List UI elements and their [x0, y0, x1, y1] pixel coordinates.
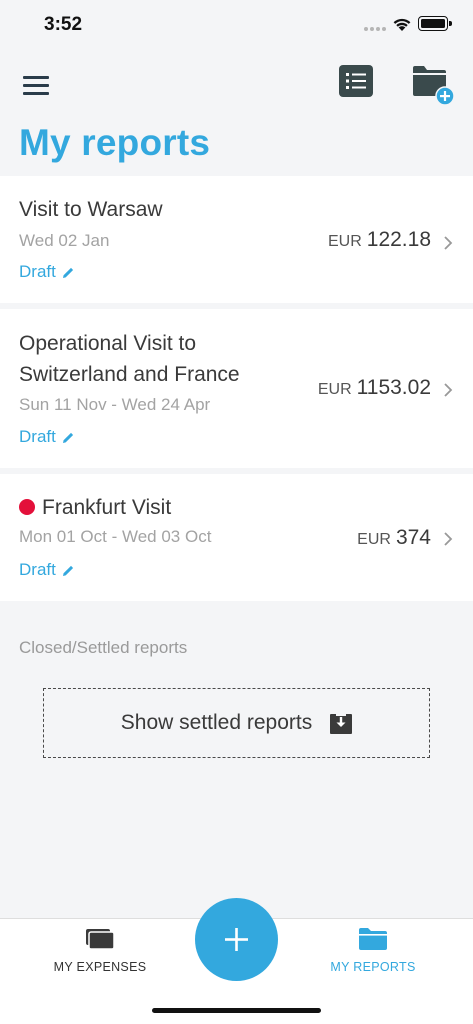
cellular-signal-icon [364, 27, 386, 33]
status-bar: 3:52 [0, 0, 473, 52]
show-settled-label: Show settled reports [120, 711, 313, 734]
new-report-button[interactable] [411, 64, 457, 106]
report-status: Draft [19, 560, 75, 580]
battery-icon [418, 16, 452, 31]
report-dates: Wed 02 Jan [19, 231, 110, 250]
report-status: Draft [19, 262, 75, 282]
report-title: Frankfurt Visit [19, 492, 171, 523]
amount-value: 1153.02 [356, 376, 431, 399]
hamburger-menu-button[interactable] [23, 72, 51, 96]
wifi-icon [393, 18, 411, 31]
report-amount: EUR 1153.02 [318, 376, 431, 400]
pencil-icon [62, 565, 73, 576]
amount-value: 122.18 [366, 228, 431, 251]
page-title: My reports [19, 122, 211, 163]
status-label: Draft [19, 427, 56, 446]
report-title: Operational Visit to Switzerland and Fra… [19, 328, 240, 390]
list-view-button[interactable] [339, 65, 373, 97]
currency-label: EUR [317, 381, 352, 398]
report-amount: EUR 122.18 [328, 228, 431, 252]
report-amount: EUR 374 [357, 526, 431, 550]
plus-icon [225, 928, 248, 951]
folder-icon [359, 928, 387, 950]
report-dates: Mon 01 Oct - Wed 03 Oct [19, 527, 212, 546]
closed-reports-label: Closed/Settled reports [19, 638, 188, 657]
currency-label: EUR [327, 233, 362, 250]
expenses-stack-icon [86, 929, 115, 950]
currency-label: EUR [357, 531, 391, 548]
download-icon [330, 714, 353, 734]
tab-my-expenses[interactable]: MY EXPENSES [35, 927, 165, 974]
pencil-icon [62, 267, 73, 278]
tab-label: MY EXPENSES [53, 960, 147, 974]
report-title-line-2: Switzerland and France [19, 363, 240, 386]
report-card[interactable]: Visit to Warsaw Wed 02 Jan Draft EUR 122… [0, 176, 473, 303]
report-title: Visit to Warsaw [19, 198, 163, 221]
report-status: Draft [19, 427, 75, 447]
tab-my-reports[interactable]: MY REPORTS [308, 927, 438, 974]
flag-dot-icon [19, 499, 35, 515]
add-expense-button[interactable] [195, 898, 278, 981]
tab-label: MY REPORTS [330, 960, 416, 974]
list-icon [346, 73, 366, 89]
chevron-right-icon [444, 383, 453, 397]
folder-add-icon [413, 66, 455, 106]
chevron-right-icon [444, 532, 453, 546]
status-label: Draft [19, 262, 56, 281]
show-settled-reports-button[interactable]: Show settled reports [43, 688, 430, 758]
report-card[interactable]: Operational Visit to Switzerland and Fra… [0, 309, 473, 468]
report-title-line-1: Operational Visit to [19, 332, 197, 355]
report-card[interactable]: Frankfurt Visit Mon 01 Oct - Wed 03 Oct … [0, 474, 473, 601]
status-time: 3:52 [44, 14, 83, 35]
report-title-text: Frankfurt Visit [42, 496, 172, 519]
chevron-right-icon [444, 236, 453, 250]
status-label: Draft [19, 560, 56, 579]
pencil-icon [62, 432, 73, 443]
amount-value: 374 [395, 526, 431, 549]
report-dates: Sun 11 Nov - Wed 24 Apr [19, 395, 211, 414]
home-indicator [152, 1008, 321, 1013]
